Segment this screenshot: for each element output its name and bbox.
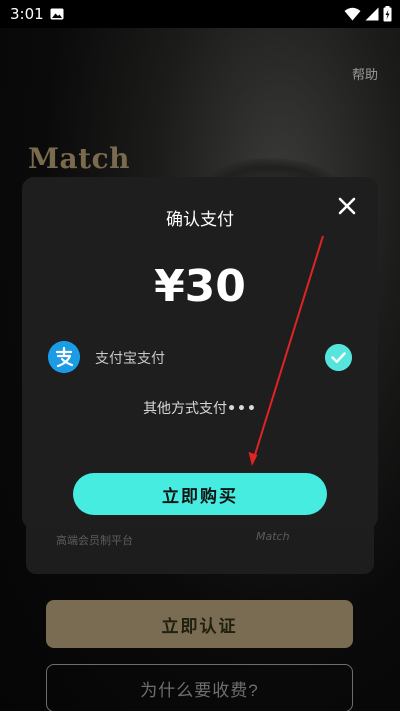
card-brand-text: Match [256,530,290,543]
help-link[interactable]: 帮助 [352,64,378,83]
status-icons [344,6,392,22]
close-icon[interactable] [336,195,358,217]
signal-icon [365,7,379,21]
payment-option-alipay[interactable]: 支付宝支付 [48,341,352,375]
other-payment-methods-link[interactable]: 其他方式支付••• [22,398,378,418]
status-time: 3:01 [10,5,44,23]
more-dots-icon: ••• [227,401,257,417]
why-charge-button[interactable]: 为什么要收费? [46,664,353,711]
photo-notification-icon [50,8,64,20]
buy-now-button[interactable]: 立即购买 [73,473,327,515]
battery-charging-icon [383,6,392,22]
selected-check-icon[interactable] [325,344,352,371]
alipay-icon [48,341,80,373]
wifi-icon [344,7,361,21]
price-amount: ¥30 [154,261,246,312]
other-methods-label: 其他方式支付 [143,401,228,417]
payment-dialog: 确认支付 ¥30 支付宝支付 其他方式支付••• 立即购买 [22,177,378,529]
verify-now-button[interactable]: 立即认证 [46,600,353,648]
status-bar: 3:01 [0,0,400,28]
alipay-label: 支付宝支付 [95,351,165,367]
dialog-title: 确认支付 [166,210,234,230]
card-tagline: 高端会员制平台 [56,534,133,547]
match-logo: Match [28,142,130,175]
